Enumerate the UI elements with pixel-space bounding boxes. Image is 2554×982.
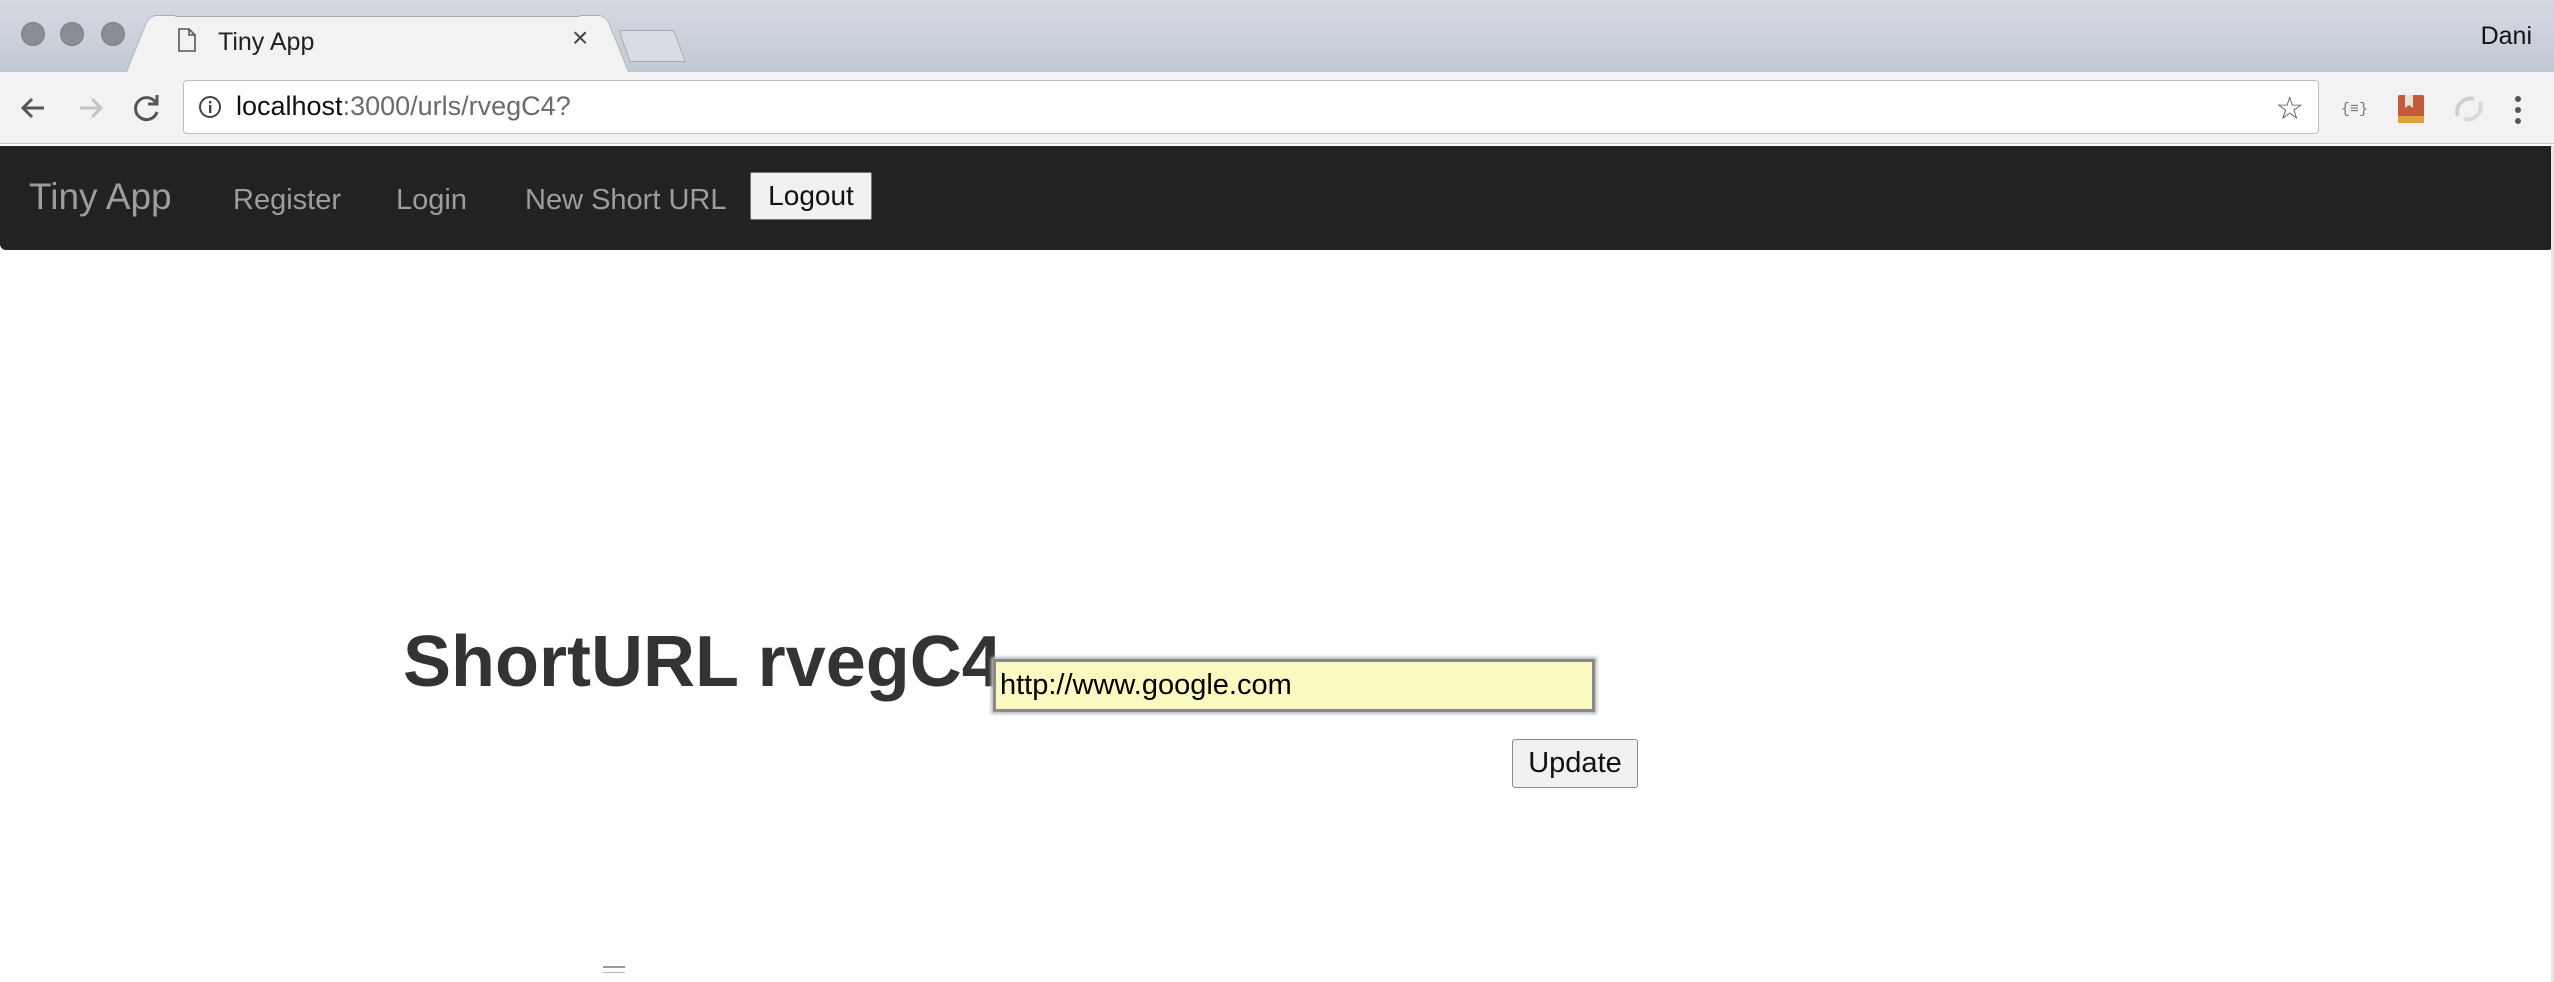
info-icon[interactable] bbox=[198, 95, 222, 119]
brand-link[interactable]: Tiny App bbox=[29, 176, 172, 218]
profile-name[interactable]: Dani bbox=[2481, 22, 2532, 51]
svg-text:{≡}: {≡} bbox=[2341, 101, 2368, 118]
page-icon bbox=[178, 28, 196, 52]
minimize-window-icon[interactable] bbox=[60, 22, 84, 46]
bookmark-extension-icon[interactable] bbox=[2396, 94, 2426, 124]
update-button[interactable]: Update bbox=[1512, 739, 1638, 788]
new-short-url-link[interactable]: New Short URL bbox=[525, 184, 726, 217]
logout-button[interactable]: Logout bbox=[750, 172, 872, 220]
url-text: localhost:3000/urls/rvegC4? bbox=[236, 91, 571, 122]
site-navbar: Tiny App Register Login New Short URL Lo… bbox=[0, 146, 2554, 250]
long-url-input[interactable] bbox=[993, 659, 1595, 712]
json-extension-icon[interactable]: {≡} bbox=[2340, 94, 2370, 120]
login-link[interactable]: Login bbox=[396, 184, 467, 217]
reload-icon[interactable] bbox=[126, 88, 166, 128]
sync-extension-icon[interactable] bbox=[2452, 94, 2486, 124]
browser-tab-strip: Tiny App × Dani bbox=[0, 0, 2554, 74]
tab-close-icon[interactable]: × bbox=[572, 24, 588, 52]
zoom-window-icon[interactable] bbox=[101, 22, 125, 46]
close-window-icon[interactable] bbox=[21, 22, 45, 46]
url-host: localhost bbox=[236, 91, 343, 121]
menu-dots-icon[interactable] bbox=[2508, 94, 2528, 128]
star-icon[interactable]: ☆ bbox=[2275, 92, 2304, 124]
page-title: ShortURL rvegC4 bbox=[403, 622, 1002, 702]
forward-arrow-icon[interactable] bbox=[70, 88, 110, 128]
back-arrow-icon[interactable] bbox=[14, 88, 54, 128]
tab-title: Tiny App bbox=[218, 28, 315, 56]
divider bbox=[603, 966, 625, 973]
register-link[interactable]: Register bbox=[233, 184, 341, 217]
address-bar[interactable]: localhost:3000/urls/rvegC4? ☆ bbox=[183, 80, 2319, 134]
new-tab-button[interactable] bbox=[618, 30, 686, 62]
url-path: :3000/urls/rvegC4? bbox=[342, 91, 571, 121]
